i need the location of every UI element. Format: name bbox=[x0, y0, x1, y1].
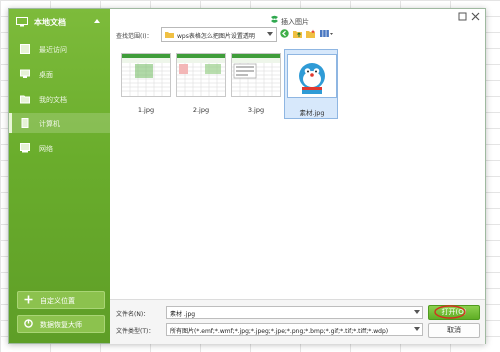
filename-input[interactable]: 素材 .jpg bbox=[166, 306, 423, 319]
sidebar-title: 本地文档 bbox=[34, 18, 66, 27]
clock-icon bbox=[20, 44, 30, 54]
red-annotation-circle bbox=[434, 305, 466, 319]
custom-location-label: 自定义位置 bbox=[40, 297, 75, 305]
insert-picture-dialog: 本地文档 最近访问 桌面 我的文档 计算机 网络 自定义位置 数据恢复大师 插入… bbox=[8, 8, 486, 344]
file-item-4[interactable]: 素材.jpg bbox=[284, 49, 338, 119]
file-name: 素材.jpg bbox=[299, 109, 325, 117]
filetype-value: 所有图片(*.emf;*.wmf;*.jpg;*.jpeg;*.jpe;*.pn… bbox=[170, 328, 389, 335]
look-in-value: wps表格怎么把图片设置透明 bbox=[177, 33, 255, 40]
file-list: 1.jpg 2.jpg 3.jpg 素材.jpg bbox=[115, 49, 481, 301]
sidebar-item-label: 网络 bbox=[39, 145, 53, 153]
collapse-caret-icon[interactable] bbox=[94, 19, 100, 24]
file-thumbnail bbox=[231, 53, 281, 97]
sidebar-header[interactable]: 本地文档 bbox=[9, 9, 110, 35]
file-name: 2.jpg bbox=[192, 106, 210, 114]
file-thumbnail bbox=[287, 54, 337, 98]
file-thumbnail bbox=[176, 53, 226, 97]
filetype-label: 文件类型(T)： bbox=[116, 328, 155, 335]
up-folder-icon[interactable] bbox=[293, 29, 302, 38]
wps-logo-icon bbox=[271, 15, 278, 23]
file-item-1[interactable]: 1.jpg bbox=[119, 49, 173, 119]
sidebar-item-recent[interactable]: 最近访问 bbox=[9, 39, 110, 59]
close-icon[interactable] bbox=[471, 12, 480, 21]
sidebar-item-label: 最近访问 bbox=[39, 46, 67, 54]
data-recovery-label: 数据恢复大师 bbox=[40, 321, 82, 329]
sidebar-item-label: 我的文档 bbox=[39, 96, 67, 104]
look-in-select[interactable]: wps表格怎么把图片设置透明 bbox=[161, 27, 277, 42]
view-menu-icon[interactable] bbox=[320, 29, 334, 38]
file-item-2[interactable]: 2.jpg bbox=[174, 49, 228, 119]
data-recovery-button[interactable]: 数据恢复大师 bbox=[17, 315, 105, 333]
new-folder-icon[interactable] bbox=[306, 29, 315, 38]
look-in-label: 查找范围(I)： bbox=[116, 33, 153, 40]
back-icon[interactable] bbox=[280, 29, 289, 38]
sidebar-item-label: 桌面 bbox=[39, 71, 53, 79]
folder-icon bbox=[20, 95, 30, 104]
sidebar: 本地文档 最近访问 桌面 我的文档 计算机 网络 自定义位置 数据恢复大师 bbox=[9, 9, 110, 343]
filetype-select[interactable]: 所有图片(*.emf;*.wmf;*.jpg;*.jpeg;*.jpe;*.pn… bbox=[166, 323, 423, 336]
file-item-3[interactable]: 3.jpg bbox=[229, 49, 283, 119]
file-name: 1.jpg bbox=[137, 106, 155, 114]
sidebar-item-my-documents[interactable]: 我的文档 bbox=[9, 89, 110, 109]
chevron-down-icon bbox=[267, 32, 273, 36]
folder-icon bbox=[165, 32, 174, 38]
filename-value: 素材 .jpg bbox=[170, 311, 196, 318]
custom-location-button[interactable]: 自定义位置 bbox=[17, 291, 105, 309]
network-icon bbox=[20, 143, 30, 153]
monitor-icon bbox=[16, 17, 28, 27]
dialog-title: 插入图片 bbox=[281, 18, 309, 26]
sidebar-item-desktop[interactable]: 桌面 bbox=[9, 64, 110, 84]
file-name: 3.jpg bbox=[247, 106, 265, 114]
sidebar-item-computer[interactable]: 计算机 bbox=[9, 113, 110, 133]
sidebar-item-label: 计算机 bbox=[39, 120, 60, 128]
computer-icon bbox=[21, 118, 29, 128]
file-thumbnail bbox=[121, 53, 171, 97]
plus-icon bbox=[24, 295, 33, 304]
desktop-icon bbox=[20, 69, 30, 78]
recovery-icon bbox=[24, 319, 33, 328]
restore-icon[interactable] bbox=[458, 12, 467, 21]
filename-label: 文件名(N)： bbox=[116, 311, 150, 318]
sidebar-item-network[interactable]: 网络 bbox=[9, 138, 110, 158]
